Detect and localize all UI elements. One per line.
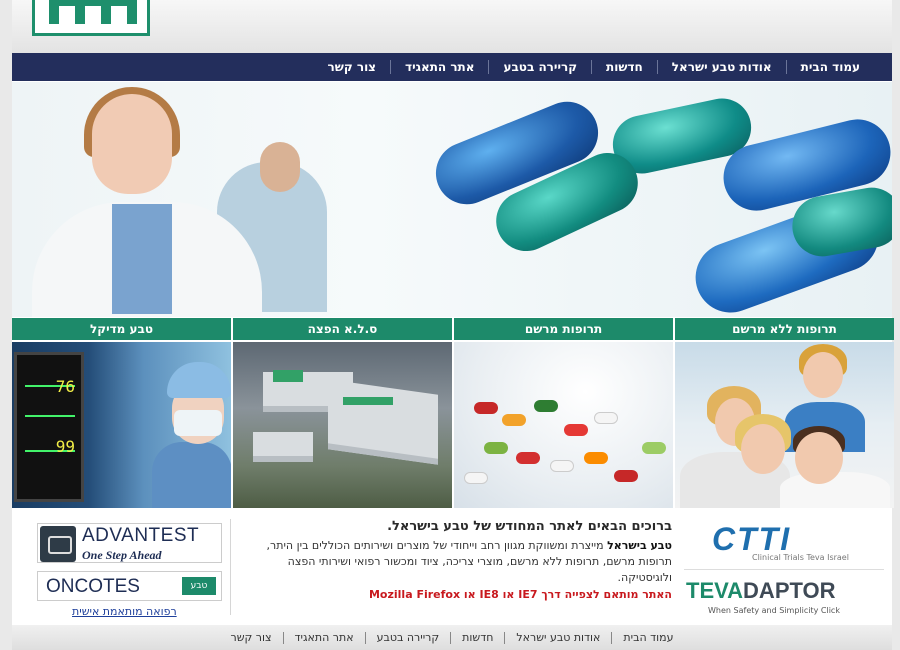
page: עמוד הבית אודות טבע ישראל חדשות קריירה ב… bbox=[12, 0, 894, 650]
footer-nav: עמוד הבית אודות טבע ישראל חדשות קריירה ב… bbox=[12, 625, 892, 650]
nav-item-corporate[interactable]: אתר התאגיד bbox=[390, 60, 488, 74]
pills-photo[interactable] bbox=[454, 342, 673, 508]
tevadaptor-logo-a: TEVA bbox=[686, 578, 744, 603]
footer-item-contact[interactable]: צור קשר bbox=[220, 631, 283, 644]
category-label[interactable]: תרופות מרשם bbox=[454, 318, 673, 340]
main-nav: עמוד הבית אודות טבע ישראל חדשות קריירה ב… bbox=[12, 53, 892, 81]
nav-item-news[interactable]: חדשות bbox=[591, 60, 657, 74]
tevadaptor-banner[interactable]: TEVADAPTOR When Safety and Simplicity Cl… bbox=[684, 569, 884, 619]
browser-compatibility-note: האתר מותאם לצפייה דרך IE7 או IE8 או Mozi… bbox=[368, 588, 672, 601]
category-label[interactable]: ס.ל.א הפצה bbox=[233, 318, 452, 340]
tevadaptor-subtitle: When Safety and Simplicity Click bbox=[708, 606, 840, 615]
teva-badge: טבע bbox=[182, 577, 216, 595]
distribution-building-photo[interactable] bbox=[233, 342, 452, 508]
tevadaptor-logo-b: DAPTOR bbox=[743, 578, 836, 603]
divider bbox=[230, 519, 231, 615]
category-teva-medical[interactable]: טבע מדיקל 76 99 bbox=[12, 318, 231, 508]
category-label[interactable]: טבע מדיקל bbox=[12, 318, 231, 340]
tevadaptor-logo: TEVADAPTOR bbox=[686, 578, 836, 604]
nav-item-contact[interactable]: צור קשר bbox=[314, 60, 391, 74]
info-section: ADVANTEST One Step Ahead ONCOTES טבע רפו… bbox=[12, 509, 892, 623]
nav-item-about[interactable]: אודות טבע ישראל bbox=[656, 60, 786, 74]
nav-item-home[interactable]: עמוד הבית bbox=[785, 60, 874, 74]
oncotest-banner[interactable]: ONCOTES טבע bbox=[37, 571, 222, 601]
footer-item-corporate[interactable]: אתר התאגיד bbox=[282, 631, 365, 644]
category-label[interactable]: תרופות ללא מרשם bbox=[675, 318, 894, 340]
ctti-subtitle: Clinical Trials Teva Israel bbox=[752, 553, 849, 562]
nav-item-careers[interactable]: קריירה בטבע bbox=[488, 60, 591, 74]
hero-banner bbox=[12, 82, 892, 317]
footer-item-careers[interactable]: קריירה בטבע bbox=[364, 631, 451, 644]
footer-item-news[interactable]: חדשות bbox=[450, 631, 504, 644]
oncotest-title: ONCOTES bbox=[46, 576, 140, 597]
teva-logo[interactable] bbox=[32, 0, 150, 36]
welcome-text: ברוכים הבאים לאתר המחודש של טבע בישראל. … bbox=[242, 519, 672, 601]
advantest-subtitle: One Step Ahead bbox=[82, 548, 162, 562]
advantest-icon bbox=[40, 526, 76, 562]
monitor-image: 76 99 bbox=[14, 352, 84, 502]
category-distribution[interactable]: ס.ל.א הפצה bbox=[233, 318, 452, 508]
category-prescription-drugs[interactable]: תרופות מרשם bbox=[454, 318, 673, 508]
personalized-medicine-link[interactable]: רפואה מותאמת אישית bbox=[72, 605, 177, 618]
header bbox=[12, 0, 892, 53]
category-otc-drugs[interactable]: תרופות ללא מרשם bbox=[675, 318, 894, 508]
ctti-banner[interactable]: CTTI Clinical Trials Teva Israel bbox=[684, 519, 884, 563]
welcome-brand: טבע בישראל bbox=[607, 539, 672, 552]
welcome-title: ברוכים הבאים לאתר המחודש של טבע בישראל. bbox=[387, 519, 672, 534]
advantest-title: ADVANTEST bbox=[82, 525, 200, 546]
footer-item-about[interactable]: אודות טבע ישראל bbox=[504, 631, 611, 644]
family-photo[interactable] bbox=[675, 342, 894, 508]
advantest-banner[interactable]: ADVANTEST One Step Ahead bbox=[37, 523, 222, 563]
medical-surgeon-photo[interactable]: 76 99 bbox=[12, 342, 231, 508]
footer-item-home[interactable]: עמוד הבית bbox=[611, 631, 684, 644]
welcome-body: טבע בישראל מייצרת ומשווקת מגוון רחב וייח… bbox=[242, 538, 672, 586]
logo-mark bbox=[49, 0, 137, 26]
